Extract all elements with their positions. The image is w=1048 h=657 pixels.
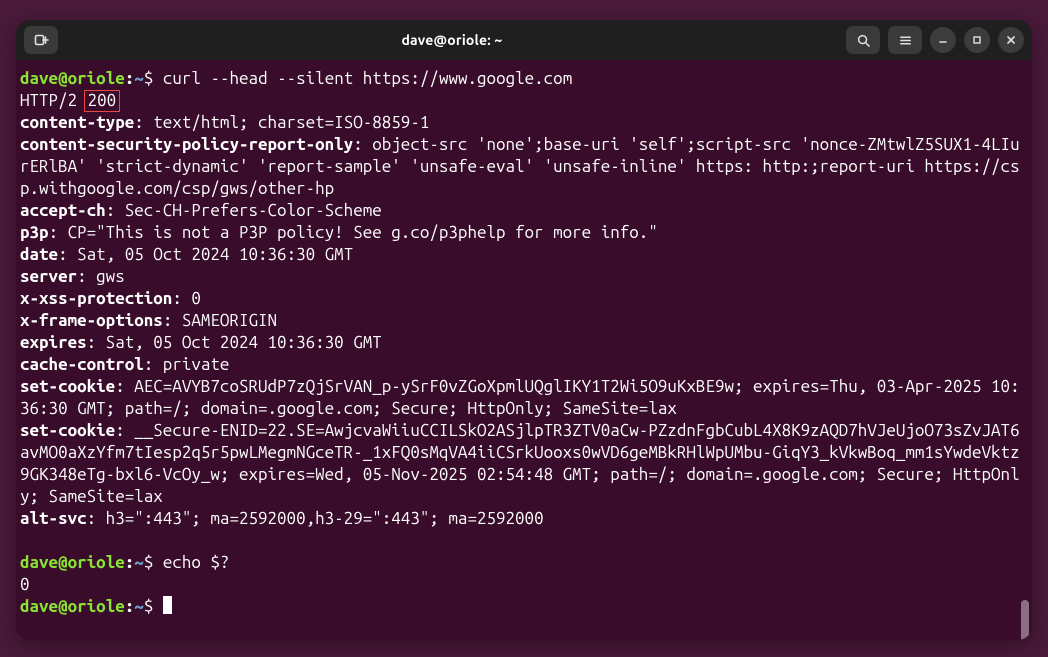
header-setcookie2-val: : __Secure-ENID=22.SE=AwjcvaWiiuCCILSkO2…: [20, 421, 1020, 506]
terminal-output: dave@oriole:~$ curl --head --silent http…: [20, 68, 1028, 618]
header-setcookie1-key: set-cookie: [20, 377, 115, 396]
prompt-at-3: @: [58, 597, 68, 616]
terminal-window: dave@oriole: ~: [16, 20, 1032, 640]
http-status-code-highlight: 200: [84, 90, 121, 112]
prompt-user-2: dave: [20, 553, 58, 572]
prompt-host-2: oriole: [68, 553, 125, 572]
command-2-output: 0: [20, 575, 30, 594]
prompt-dollar-3: $: [144, 597, 154, 616]
close-icon: [1005, 34, 1017, 46]
maximize-button[interactable]: [964, 27, 990, 53]
header-cache-key: cache-control: [20, 355, 144, 374]
header-setcookie1-val: : AEC=AVYB7coSRUdP7zQjSrVAN_p-ySrF0vZGoX…: [20, 377, 1020, 418]
header-server-key: server: [20, 267, 77, 286]
prompt-dollar-2: $: [144, 553, 154, 572]
header-p3p-key: p3p: [20, 223, 49, 242]
command-1: curl --head --silent https://www.google.…: [153, 69, 572, 88]
prompt-host-3: oriole: [68, 597, 125, 616]
minimize-icon: [937, 34, 949, 46]
prompt-colon: :: [125, 69, 135, 88]
hamburger-icon: [898, 33, 913, 48]
titlebar: dave@oriole: ~: [16, 20, 1032, 60]
maximize-icon: [971, 34, 983, 46]
search-icon: [856, 33, 871, 48]
new-tab-icon: [33, 32, 49, 48]
header-p3p-val: : CP="This is not a P3P policy! See g.co…: [49, 223, 658, 242]
header-altsvc-val: : h3=":443"; ma=2592000,h3-29=":443"; ma…: [87, 509, 544, 528]
prompt-user: dave: [20, 69, 58, 88]
http-status-suffix: [120, 91, 130, 110]
window-title: dave@oriole: ~: [62, 32, 842, 48]
header-date-val: : Sat, 05 Oct 2024 10:36:30 GMT: [58, 245, 353, 264]
cursor: [163, 596, 172, 614]
header-accept-ch-val: : Sec-CH-Prefers-Color-Scheme: [106, 201, 382, 220]
prompt-path: ~: [134, 69, 144, 88]
header-csp-key: content-security-policy-report-only: [20, 135, 353, 154]
prompt-path-3: ~: [134, 597, 144, 616]
header-xframe-key: x-frame-options: [20, 311, 163, 330]
prompt-at-2: @: [58, 553, 68, 572]
header-xss-key: x-xss-protection: [20, 289, 172, 308]
header-accept-ch-key: accept-ch: [20, 201, 106, 220]
header-xframe-val: : SAMEORIGIN: [163, 311, 277, 330]
header-content-type-key: content-type: [20, 113, 134, 132]
prompt-at: @: [58, 69, 68, 88]
new-tab-button[interactable]: [24, 26, 58, 54]
prompt-user-3: dave: [20, 597, 58, 616]
header-date-key: date: [20, 245, 58, 264]
minimize-button[interactable]: [930, 27, 956, 53]
prompt-colon-3: :: [125, 597, 135, 616]
command-2: echo $?: [153, 553, 229, 572]
header-xss-val: : 0: [172, 289, 201, 308]
prompt-dollar: $: [144, 69, 154, 88]
header-cache-val: : private: [144, 355, 230, 374]
http-status-prefix: HTTP/2: [20, 91, 87, 110]
scrollbar-thumb[interactable]: [1021, 600, 1029, 640]
prompt-path-2: ~: [134, 553, 144, 572]
search-button[interactable]: [846, 26, 880, 54]
prompt-host: oriole: [68, 69, 125, 88]
menu-button[interactable]: [888, 26, 922, 54]
header-server-val: : gws: [77, 267, 125, 286]
prompt-colon-2: :: [125, 553, 135, 572]
header-content-type-val: : text/html; charset=ISO-8859-1: [134, 113, 429, 132]
header-expires-val: : Sat, 05 Oct 2024 10:36:30 GMT: [87, 333, 382, 352]
close-button[interactable]: [998, 27, 1024, 53]
header-setcookie2-key: set-cookie: [20, 421, 115, 440]
terminal-body[interactable]: dave@oriole:~$ curl --head --silent http…: [16, 60, 1032, 640]
header-altsvc-key: alt-svc: [20, 509, 87, 528]
header-expires-key: expires: [20, 333, 87, 352]
